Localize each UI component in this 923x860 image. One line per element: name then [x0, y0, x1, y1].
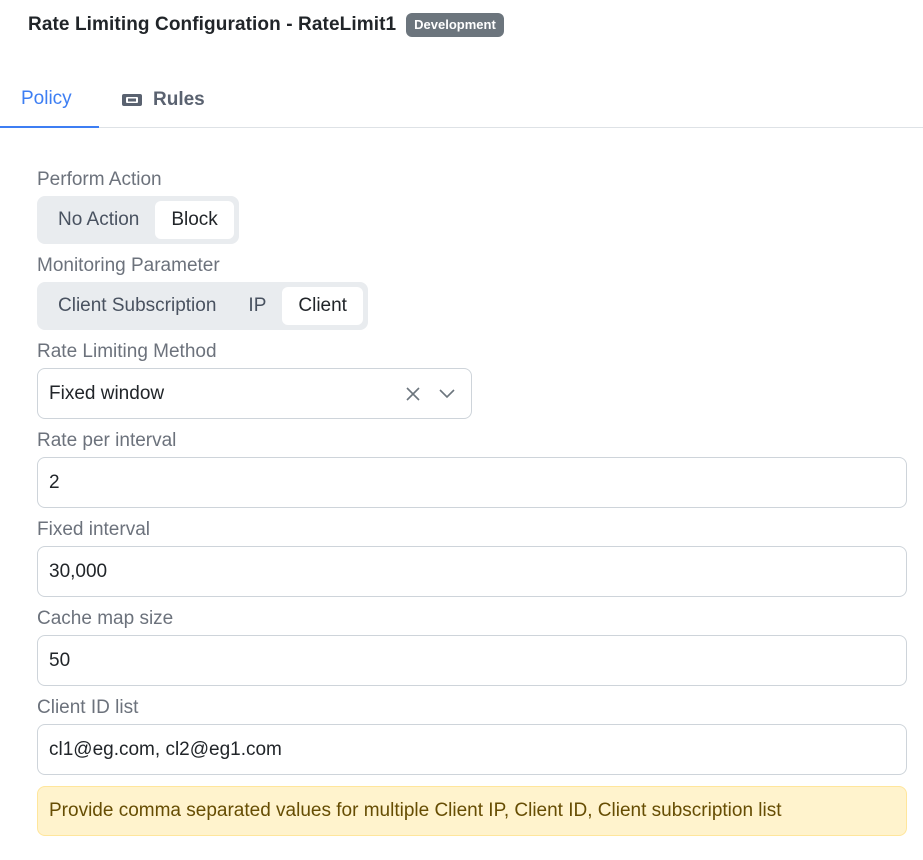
- fixed-interval-group: Fixed interval 30,000: [37, 518, 907, 597]
- client-id-list-input[interactable]: cl1@eg.com, cl2@eg1.com: [37, 724, 907, 775]
- ticket-icon: [121, 92, 143, 108]
- tab-bar: Policy Rules: [0, 72, 923, 128]
- client-subscription-option[interactable]: Client Subscription: [42, 287, 232, 325]
- rate-limiting-method-label: Rate Limiting Method: [37, 341, 217, 362]
- monitoring-parameter-toggle: Client Subscription IP Client: [37, 282, 368, 330]
- page-title: Rate Limiting Configuration - RateLimit1: [28, 14, 397, 35]
- tab-rules[interactable]: Rules: [99, 72, 227, 128]
- client-id-list-label: Client ID list: [37, 697, 139, 718]
- client-id-list-group: Client ID list cl1@eg.com, cl2@eg1.com: [37, 696, 907, 775]
- monitoring-parameter-group: Monitoring Parameter Client Subscription…: [37, 254, 907, 330]
- fixed-interval-input[interactable]: 30,000: [37, 546, 907, 597]
- rate-limiting-method-select[interactable]: Fixed window: [37, 368, 472, 419]
- rate-per-interval-input[interactable]: 2: [37, 457, 907, 508]
- cache-map-size-group: Cache map size 50: [37, 607, 907, 686]
- perform-action-label: Perform Action: [37, 169, 162, 190]
- cache-map-size-input[interactable]: 50: [37, 635, 907, 686]
- rate-limiting-method-group: Rate Limiting Method Fixed window: [37, 340, 907, 419]
- ip-option[interactable]: IP: [232, 287, 282, 325]
- monitoring-parameter-label: Monitoring Parameter: [37, 255, 220, 276]
- info-alert: Provide comma separated values for multi…: [37, 786, 907, 836]
- policy-form: Perform Action No Action Block Monitorin…: [37, 168, 907, 836]
- page-header: Rate Limiting Configuration - RateLimit1…: [28, 13, 504, 37]
- environment-badge: Development: [406, 13, 504, 37]
- chevron-down-icon[interactable]: [437, 384, 457, 404]
- tab-policy[interactable]: Policy: [0, 72, 99, 128]
- no-action-option[interactable]: No Action: [42, 201, 155, 239]
- perform-action-group: Perform Action No Action Block: [37, 168, 907, 244]
- perform-action-toggle: No Action Block: [37, 196, 239, 244]
- tab-rules-label: Rules: [153, 89, 205, 110]
- block-option[interactable]: Block: [155, 201, 234, 239]
- rate-limiting-method-value: Fixed window: [49, 382, 165, 404]
- cache-map-size-label: Cache map size: [37, 608, 174, 629]
- tab-policy-label: Policy: [21, 88, 72, 109]
- clear-icon[interactable]: [403, 384, 423, 404]
- rate-per-interval-label: Rate per interval: [37, 430, 177, 451]
- rate-per-interval-group: Rate per interval 2: [37, 429, 907, 508]
- fixed-interval-label: Fixed interval: [37, 519, 150, 540]
- select-controls: [403, 384, 457, 404]
- client-option[interactable]: Client: [282, 287, 363, 325]
